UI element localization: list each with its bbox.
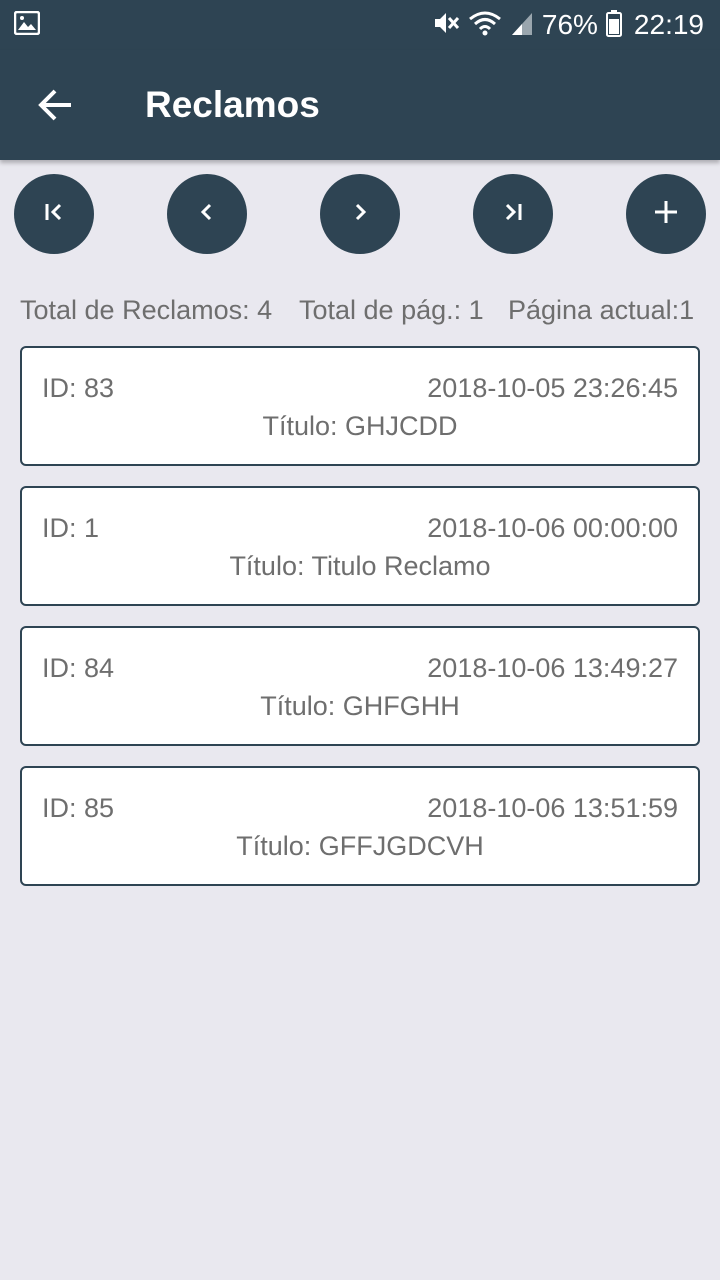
total-pages-label: Total de pág.: 1 (299, 295, 484, 325)
clock: 22:19 (633, 9, 704, 40)
status-bar: 76% 22:19 (0, 0, 720, 50)
reclamo-date: 2018-10-05 23:26:45 (427, 373, 678, 403)
last-page-icon (498, 197, 528, 232)
reclamo-id: ID: 85 (42, 793, 115, 823)
reclamo-id: ID: 1 (42, 513, 100, 543)
next-page-button[interactable] (320, 174, 400, 254)
gallery-notification-icon (13, 10, 41, 36)
reclamo-card[interactable]: ID: 84 2018-10-06 13:49:27 Título: GHFGH… (20, 626, 700, 746)
reclamo-card[interactable]: ID: 85 2018-10-06 13:51:59 Título: GFFJG… (20, 766, 700, 886)
reclamo-date: 2018-10-06 13:51:59 (427, 793, 678, 823)
page-title: Reclamos (145, 84, 320, 125)
pagination-controls (0, 174, 720, 254)
signal-icon (510, 9, 534, 42)
reclamo-id: ID: 84 (42, 653, 115, 683)
battery-icon (605, 9, 622, 42)
chevron-left-icon (192, 197, 222, 232)
app-bar: Reclamos (0, 50, 720, 160)
mute-icon (432, 9, 460, 42)
reclamo-title: Título: Titulo Reclamo (229, 551, 491, 581)
wifi-icon (468, 9, 502, 42)
reclamo-title: Título: GHFGHH (260, 691, 460, 721)
reclamo-date: 2018-10-06 13:49:27 (427, 653, 678, 683)
first-page-button[interactable] (14, 174, 94, 254)
battery-percent: 76% (541, 9, 598, 40)
reclamo-date: 2018-10-06 00:00:00 (427, 513, 678, 543)
total-reclamos-label: Total de Reclamos: 4 (20, 295, 273, 325)
last-page-button[interactable] (473, 174, 553, 254)
summary-bar: Total de Reclamos: 4 Total de pág.: 1 Pá… (20, 290, 710, 330)
first-page-icon (39, 197, 69, 232)
reclamo-card[interactable]: ID: 83 2018-10-05 23:26:45 Título: GHJCD… (20, 346, 700, 466)
plus-icon (651, 197, 681, 232)
add-reclamo-button[interactable] (626, 174, 706, 254)
reclamo-id: ID: 83 (42, 373, 115, 403)
chevron-right-icon (345, 197, 375, 232)
back-arrow-icon[interactable] (36, 85, 76, 125)
reclamo-card[interactable]: ID: 1 2018-10-06 00:00:00 Título: Titulo… (20, 486, 700, 606)
previous-page-button[interactable] (167, 174, 247, 254)
current-page-label: Página actual:1 (508, 295, 695, 325)
reclamo-title: Título: GHJCDD (262, 411, 458, 441)
reclamo-title: Título: GFFJGDCVH (236, 831, 484, 861)
